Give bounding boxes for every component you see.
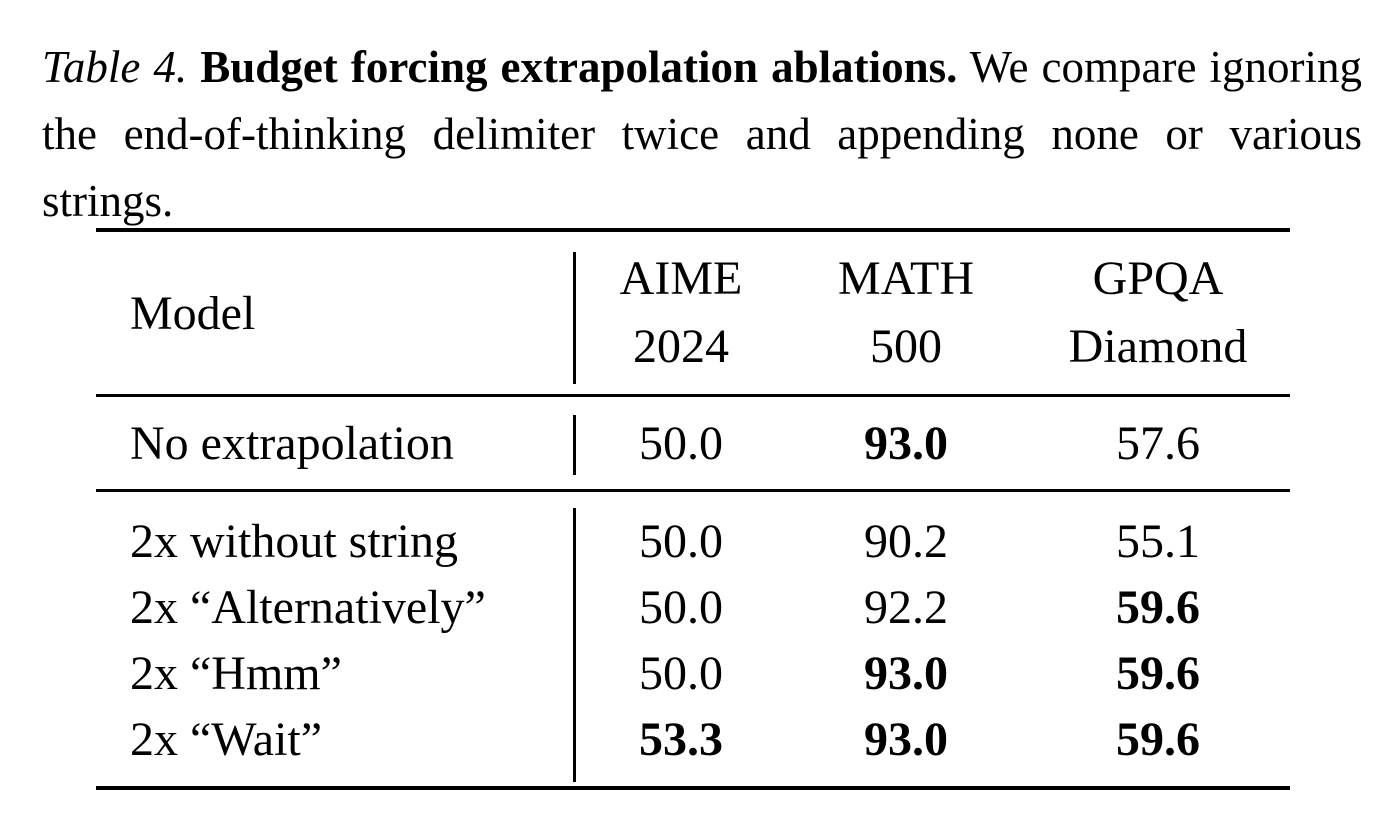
header-math-line2: 500 xyxy=(870,320,942,373)
bottom-rule xyxy=(96,786,1290,790)
header-math-line1: MATH xyxy=(837,252,974,305)
cell-math: 93.0 xyxy=(864,416,948,470)
cell-math: 92.2 xyxy=(864,580,948,634)
row-model: 2x “Alternatively” xyxy=(130,580,486,634)
header-gpqa-line2: Diamond xyxy=(1068,320,1248,373)
caption-label: Table 4. xyxy=(42,42,188,92)
cell-gpqa: 59.6 xyxy=(1116,646,1200,700)
table-row: 2x “Alternatively” 50.0 92.2 59.6 xyxy=(96,574,1290,640)
cell-gpqa: 55.1 xyxy=(1116,514,1200,568)
column-divider xyxy=(573,772,576,782)
cell-aime: 50.0 xyxy=(639,580,723,634)
header-aime-line2: 2024 xyxy=(633,320,729,373)
cell-aime: 50.0 xyxy=(639,514,723,568)
table-caption: Table 4. Budget forcing extrapolation ab… xyxy=(42,34,1362,235)
results-table: Model AIME 2024 MATH 500 GPQA Diamond No… xyxy=(96,228,1290,790)
cell-aime: 50.0 xyxy=(639,416,723,470)
header-gpqa: GPQA Diamond xyxy=(1026,232,1290,394)
table-row: 2x “Wait” 53.3 93.0 59.6 xyxy=(96,706,1290,772)
table-row: No extrapolation 50.0 93.0 57.6 xyxy=(96,397,1290,489)
cell-math: 93.0 xyxy=(864,646,948,700)
cell-math: 90.2 xyxy=(864,514,948,568)
header-model: Model xyxy=(130,286,256,340)
group-spacer xyxy=(96,772,1290,786)
row-model: No extrapolation xyxy=(130,416,454,470)
cell-gpqa: 57.6 xyxy=(1116,416,1200,470)
cell-aime: 50.0 xyxy=(639,646,723,700)
header-math: MATH 500 xyxy=(786,232,1026,394)
table-row: 2x without string 50.0 90.2 55.1 xyxy=(96,508,1290,574)
cell-gpqa: 59.6 xyxy=(1116,712,1200,766)
row-model: 2x “Hmm” xyxy=(130,646,342,700)
header-gpqa-line1: GPQA xyxy=(1092,252,1224,305)
table-row: 2x “Hmm” 50.0 93.0 59.6 xyxy=(96,640,1290,706)
row-model: 2x without string xyxy=(130,514,459,568)
row-model: 2x “Wait” xyxy=(130,712,323,766)
header-row: Model AIME 2024 MATH 500 GPQA Diamond xyxy=(96,232,1290,394)
cell-gpqa: 59.6 xyxy=(1116,580,1200,634)
caption-title: Budget forcing extrapolation ablations. xyxy=(200,42,958,92)
header-aime: AIME 2024 xyxy=(576,232,786,394)
header-aime-line1: AIME xyxy=(619,252,743,305)
cell-math: 93.0 xyxy=(864,712,948,766)
cell-aime: 53.3 xyxy=(639,712,723,766)
